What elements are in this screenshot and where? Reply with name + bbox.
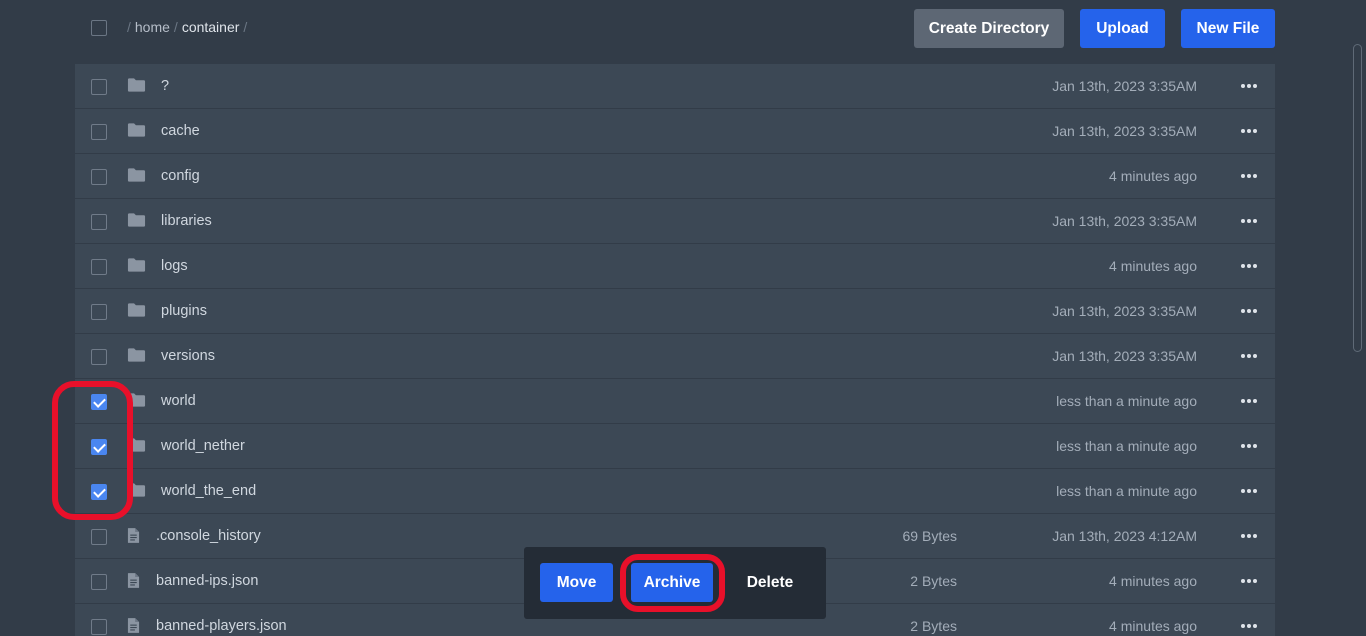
file-modified: Jan 13th, 2023 4:12AM xyxy=(1052,528,1197,544)
breadcrumb-separator: / xyxy=(127,19,131,35)
file-modified: 4 minutes ago xyxy=(1109,168,1197,184)
file-name[interactable]: versions xyxy=(161,348,215,364)
file-modified: less than a minute ago xyxy=(1056,483,1197,499)
file-size: 2 Bytes xyxy=(910,573,957,589)
file-icon xyxy=(127,617,147,635)
file-size: 69 Bytes xyxy=(902,528,957,544)
more-horizontal-icon[interactable] xyxy=(1239,391,1259,411)
row-checkbox[interactable] xyxy=(91,349,107,365)
breadcrumb: / home / container / xyxy=(123,19,251,35)
new-file-button[interactable]: New File xyxy=(1181,9,1275,48)
file-name[interactable]: world_nether xyxy=(161,438,245,454)
row-checkbox[interactable] xyxy=(91,169,107,185)
folder-row[interactable]: plugins Jan 13th, 2023 3:35AM xyxy=(75,289,1275,334)
archive-button[interactable]: Archive xyxy=(631,563,713,602)
row-checkbox[interactable] xyxy=(91,304,107,320)
folder-row[interactable]: libraries Jan 13th, 2023 3:35AM xyxy=(75,199,1275,244)
row-checkbox[interactable] xyxy=(91,574,107,590)
file-icon xyxy=(127,527,147,545)
more-horizontal-icon[interactable] xyxy=(1239,211,1259,231)
file-size: 2 Bytes xyxy=(910,618,957,634)
more-horizontal-icon[interactable] xyxy=(1239,166,1259,186)
folder-icon xyxy=(127,392,147,410)
file-name[interactable]: logs xyxy=(161,258,188,274)
move-button[interactable]: Move xyxy=(540,563,613,602)
folder-icon xyxy=(127,212,147,230)
file-name[interactable]: config xyxy=(161,168,200,184)
folder-row[interactable]: world_nether less than a minute ago xyxy=(75,424,1275,469)
breadcrumb-separator: / xyxy=(243,19,248,35)
breadcrumb-current[interactable]: container xyxy=(182,19,240,35)
more-horizontal-icon[interactable] xyxy=(1239,436,1259,456)
more-horizontal-icon[interactable] xyxy=(1239,121,1259,141)
file-name[interactable]: cache xyxy=(161,123,200,139)
file-manager-header: / home / container / Create Directory Upload… xyxy=(75,0,1275,58)
scrollbar-thumb[interactable] xyxy=(1353,44,1362,352)
more-horizontal-icon[interactable] xyxy=(1239,301,1259,321)
folder-icon xyxy=(127,257,147,275)
upload-button[interactable]: Upload xyxy=(1080,9,1165,48)
file-icon xyxy=(127,572,147,590)
more-horizontal-icon[interactable] xyxy=(1239,526,1259,546)
folder-icon xyxy=(127,122,147,140)
folder-row[interactable]: cache Jan 13th, 2023 3:35AM xyxy=(75,109,1275,154)
more-horizontal-icon[interactable] xyxy=(1239,256,1259,276)
file-modified: less than a minute ago xyxy=(1056,438,1197,454)
more-horizontal-icon[interactable] xyxy=(1239,76,1259,96)
folder-row[interactable]: ? Jan 13th, 2023 3:35AM xyxy=(75,64,1275,109)
bulk-action-bar: Move Archive Delete xyxy=(524,547,826,619)
file-modified: Jan 13th, 2023 3:35AM xyxy=(1052,78,1197,94)
file-manager: / home / container / Create Directory Upload… xyxy=(0,0,1366,636)
folder-icon xyxy=(127,347,147,365)
breadcrumb-separator: / xyxy=(173,19,178,35)
select-all-checkbox[interactable] xyxy=(91,20,107,36)
file-name[interactable]: libraries xyxy=(161,213,212,229)
folder-icon xyxy=(127,167,147,185)
row-checkbox[interactable] xyxy=(91,529,107,545)
row-checkbox[interactable] xyxy=(91,79,107,95)
breadcrumb-home[interactable]: home xyxy=(135,19,170,35)
file-modified: 4 minutes ago xyxy=(1109,573,1197,589)
row-checkbox[interactable] xyxy=(91,124,107,140)
folder-row[interactable]: config 4 minutes ago xyxy=(75,154,1275,199)
file-name[interactable]: .console_history xyxy=(156,528,261,544)
folder-icon xyxy=(127,437,147,455)
file-name[interactable]: world xyxy=(161,393,196,409)
file-modified: less than a minute ago xyxy=(1056,393,1197,409)
file-modified: Jan 13th, 2023 3:35AM xyxy=(1052,213,1197,229)
more-horizontal-icon[interactable] xyxy=(1239,346,1259,366)
create-directory-button[interactable]: Create Directory xyxy=(914,9,1064,48)
folder-row[interactable]: logs 4 minutes ago xyxy=(75,244,1275,289)
file-name[interactable]: banned-players.json xyxy=(156,618,287,634)
more-horizontal-icon[interactable] xyxy=(1239,481,1259,501)
file-name[interactable]: world_the_end xyxy=(161,483,256,499)
row-checkbox[interactable] xyxy=(91,259,107,275)
folder-row[interactable]: versions Jan 13th, 2023 3:35AM xyxy=(75,334,1275,379)
file-name[interactable]: banned-ips.json xyxy=(156,573,258,589)
file-modified: Jan 13th, 2023 3:35AM xyxy=(1052,123,1197,139)
more-horizontal-icon[interactable] xyxy=(1239,616,1259,636)
row-checkbox[interactable] xyxy=(91,439,107,455)
file-modified: Jan 13th, 2023 3:35AM xyxy=(1052,303,1197,319)
delete-button[interactable]: Delete xyxy=(732,563,808,602)
folder-row[interactable]: world_the_end less than a minute ago xyxy=(75,469,1275,514)
file-modified: Jan 13th, 2023 3:35AM xyxy=(1052,348,1197,364)
folder-row[interactable]: world less than a minute ago xyxy=(75,379,1275,424)
file-modified: 4 minutes ago xyxy=(1109,258,1197,274)
file-modified: 4 minutes ago xyxy=(1109,618,1197,634)
row-checkbox[interactable] xyxy=(91,619,107,635)
file-name[interactable]: ? xyxy=(161,78,169,94)
more-horizontal-icon[interactable] xyxy=(1239,571,1259,591)
file-name[interactable]: plugins xyxy=(161,303,207,319)
folder-icon xyxy=(127,77,147,95)
row-checkbox[interactable] xyxy=(91,214,107,230)
row-checkbox[interactable] xyxy=(91,484,107,500)
folder-icon xyxy=(127,482,147,500)
folder-icon xyxy=(127,302,147,320)
row-checkbox[interactable] xyxy=(91,394,107,410)
